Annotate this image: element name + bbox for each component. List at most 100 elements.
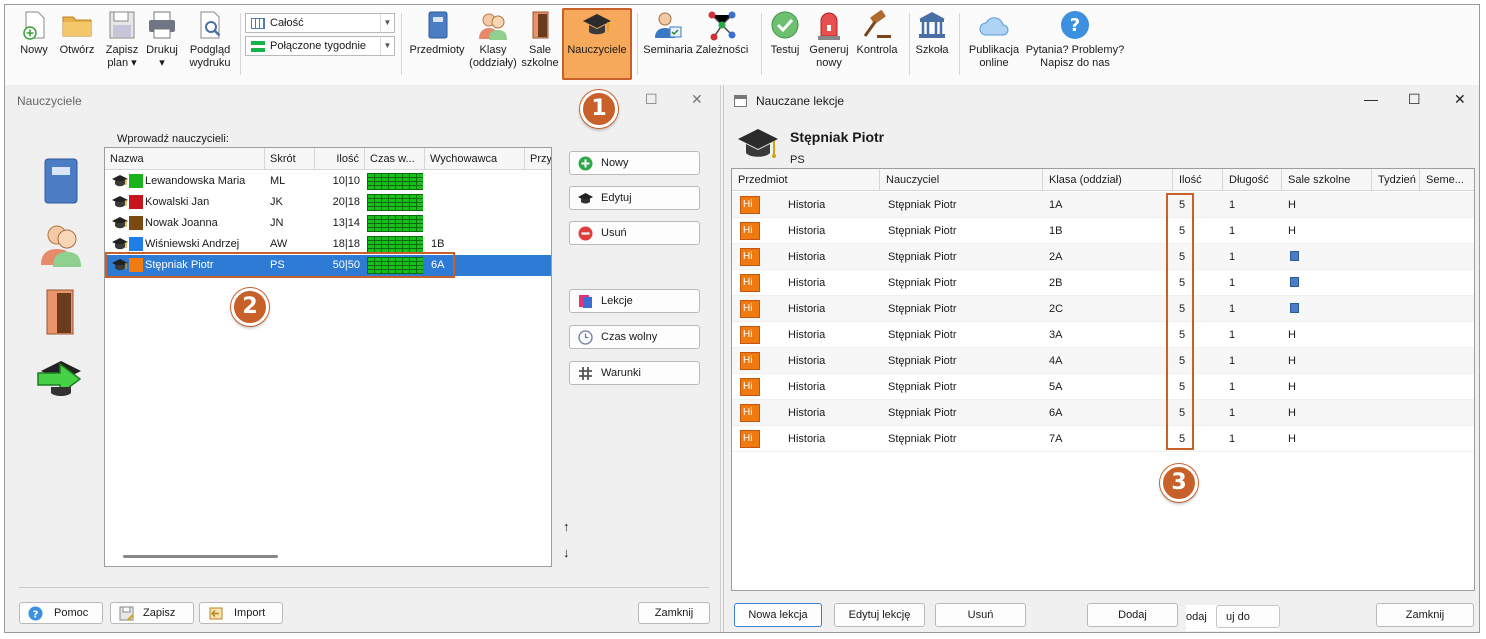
maximize-icon[interactable]: ☐ (1408, 91, 1421, 108)
question-icon: ? (1059, 9, 1091, 41)
subjects-book-icon[interactable] (39, 157, 83, 205)
table-row[interactable]: Hi Historia Stępniak Piotr 1B 5 1 H (732, 218, 1474, 244)
help-button[interactable]: ? Pomoc (19, 602, 103, 624)
teacher: Stępniak Piotr (888, 381, 957, 393)
teachers-table[interactable]: Nazwa Skrót Ilość Czas w... Wychowawca P… (104, 147, 552, 567)
table-row[interactable]: Kowalski Jan JK 20|18 (105, 192, 551, 213)
app-window: Nowy Otwórz Zapisz plan ▾ Drukuj ▾ Podgl… (4, 4, 1480, 633)
conditions-label: Warunki (601, 367, 641, 379)
maximize-icon[interactable]: ☐ (645, 91, 658, 108)
table-header: Przedmiot Nauczyciel Klasa (oddział) Ilo… (732, 169, 1474, 191)
taught-lessons-window: Nauczane lekcje — ☐ ✕ Stępniak Piotr PS … (723, 85, 1479, 632)
network-icon (706, 9, 738, 41)
teacher: Stępniak Piotr (888, 329, 957, 341)
horizontal-scrollbar[interactable] (123, 555, 278, 558)
test-button[interactable]: Testuj (765, 9, 805, 57)
step-2-badge: 2 (231, 288, 269, 326)
column-header-semester[interactable]: Seme... (1420, 169, 1474, 191)
column-header-rooms[interactable]: Sale szkolne (1282, 169, 1372, 191)
close-button[interactable]: Zamknij (638, 602, 710, 624)
book-icon (1290, 277, 1299, 287)
subjects-label: Przedmioty (409, 44, 465, 56)
save-button[interactable]: Zapisz (110, 602, 194, 624)
close-label: Zamknij (654, 607, 694, 619)
column-header-class[interactable]: Klasa (oddział) (1043, 169, 1173, 191)
conditions-button[interactable]: Warunki (569, 361, 700, 385)
add-to-button[interactable]: uj do (1216, 605, 1280, 628)
table-row[interactable]: Hi Historia Stępniak Piotr 2A 5 1 (732, 244, 1474, 270)
column-header-count[interactable]: Ilość (1173, 169, 1223, 191)
delete-lesson-button[interactable]: Usuń (935, 603, 1026, 627)
generate-button[interactable]: Generuj nowy (805, 9, 853, 70)
table-row[interactable]: Hi Historia Stępniak Piotr 2B 5 1 (732, 270, 1474, 296)
subjects-button[interactable]: Przedmioty (407, 9, 467, 57)
print-button[interactable]: Drukuj ▾ (143, 9, 181, 70)
column-header-count[interactable]: Ilość (315, 148, 365, 170)
control-button[interactable]: Kontrola (853, 9, 901, 57)
column-header-tutor[interactable]: Wychowawca (425, 148, 525, 170)
edit-teacher-button[interactable]: Edytuj (569, 186, 700, 210)
teacher: Stępniak Piotr (888, 225, 957, 237)
view-select[interactable]: Całość ▼ (245, 13, 395, 33)
chevron-down-icon[interactable]: ▼ (380, 14, 394, 32)
new-lesson-button[interactable]: Nowa lekcja (734, 603, 822, 627)
partial-add-label[interactable]: odaj (1186, 611, 1207, 623)
rooms-door-icon[interactable] (39, 288, 83, 336)
table-row[interactable]: Hi Historia Stępniak Piotr 7A 5 1 H (732, 426, 1474, 452)
table-row[interactable]: Hi Historia Stępniak Piotr 5A 5 1 H (732, 374, 1474, 400)
column-header-abbr[interactable]: Skrót (265, 148, 315, 170)
table-row[interactable]: Lewandowska Maria ML 10|10 (105, 171, 551, 192)
move-up-arrow-icon[interactable]: ↑ (563, 519, 570, 534)
classes-button[interactable]: Klasy (oddziały) (467, 9, 519, 70)
column-header-subject[interactable]: Przedmiot (732, 169, 880, 191)
classes-people-icon[interactable] (39, 219, 83, 267)
column-header-name[interactable]: Nazwa (105, 148, 265, 170)
graduation-cap-icon (112, 195, 128, 209)
close-icon[interactable]: ✕ (1454, 91, 1466, 108)
seminars-button[interactable]: Seminaria (641, 9, 695, 57)
school-label: Szkoła (915, 44, 949, 56)
help-contact-button[interactable]: ? Pytania? Problemy? Napisz do nas (1025, 9, 1125, 70)
teacher-abbr: ML (270, 175, 286, 187)
subject: Historia (788, 225, 826, 237)
table-row[interactable]: Hi Historia Stępniak Piotr 1A 5 1 H (732, 192, 1474, 218)
column-header-length[interactable]: Długość (1223, 169, 1282, 191)
print-preview-button[interactable]: Podgląd wydruku (185, 9, 235, 70)
close-icon[interactable]: ✕ (691, 91, 703, 108)
column-header-week[interactable]: Tydzień (1372, 169, 1420, 191)
close-lessons-button[interactable]: Zamknij (1376, 603, 1474, 627)
subject: Historia (788, 381, 826, 393)
color-swatch (129, 237, 143, 251)
rooms-button[interactable]: Sale szkolne (519, 9, 561, 70)
table-row[interactable]: Hi Historia Stępniak Piotr 2C 5 1 (732, 296, 1474, 322)
graduation-cap-icon (578, 191, 593, 206)
import-button[interactable]: Import (199, 602, 283, 624)
column-header-teacher[interactable]: Nauczyciel (880, 169, 1043, 191)
new-button[interactable]: Nowy (17, 9, 51, 57)
publish-online-button[interactable]: Publikacja online (963, 9, 1025, 70)
save-plan-button[interactable]: Zapisz plan ▾ (102, 9, 142, 70)
class: 1A (1049, 199, 1063, 211)
minimize-icon[interactable]: — (1364, 91, 1378, 107)
edit-lesson-button[interactable]: Edytuj lekcję (834, 603, 925, 627)
add-button[interactable]: Dodaj (1087, 603, 1178, 627)
lessons-button[interactable]: Lekcje (569, 289, 700, 313)
move-down-arrow-icon[interactable]: ↓ (563, 545, 570, 560)
week-select[interactable]: Połączone tygodnie ▼ (245, 36, 395, 56)
open-button[interactable]: Otwórz (57, 9, 97, 57)
class: 2B (1049, 277, 1063, 289)
new-teacher-button[interactable]: Nowy (569, 151, 700, 175)
column-header-extra[interactable]: Przy (525, 148, 551, 170)
delete-teacher-button[interactable]: Usuń (569, 221, 700, 245)
chevron-down-icon[interactable]: ▼ (380, 37, 394, 55)
free-time-button[interactable]: Czas wolny (569, 325, 700, 349)
table-row[interactable]: Hi Historia Stępniak Piotr 6A 5 1 H (732, 400, 1474, 426)
table-row[interactable]: Nowak Joanna JN 13|14 (105, 213, 551, 234)
column-header-time[interactable]: Czas w... (365, 148, 425, 170)
teachers-arrow-icon[interactable] (35, 355, 87, 403)
school-button[interactable]: Szkoła (912, 9, 952, 57)
dependencies-button[interactable]: Zależności (695, 9, 749, 57)
lessons-table[interactable]: Przedmiot Nauczyciel Klasa (oddział) Ilo… (731, 168, 1475, 591)
table-row[interactable]: Hi Historia Stępniak Piotr 3A 5 1 H (732, 322, 1474, 348)
table-row[interactable]: Hi Historia Stępniak Piotr 4A 5 1 H (732, 348, 1474, 374)
